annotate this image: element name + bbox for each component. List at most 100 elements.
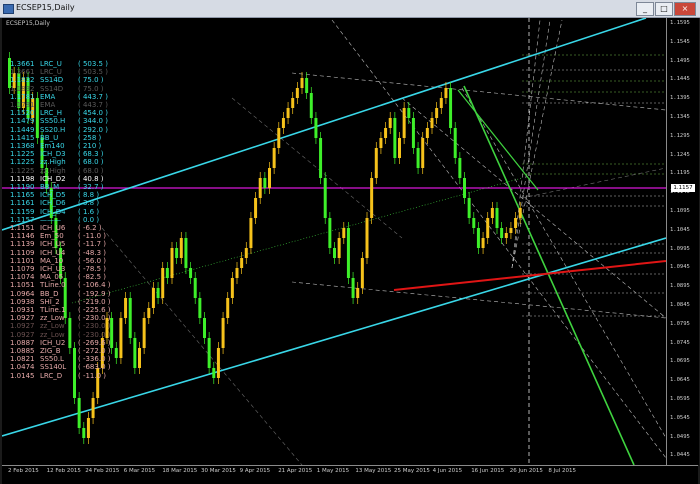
legend-value: 1.1415 bbox=[10, 133, 35, 142]
price-tick: 1.0745 bbox=[670, 339, 690, 346]
date-tick: 24 Feb 2015 bbox=[85, 468, 120, 474]
price-tick: 1.1045 bbox=[670, 226, 690, 233]
legend-name: BB_M bbox=[40, 183, 60, 191]
legend-value: 1.1161 bbox=[10, 199, 35, 208]
legend-name: ICH_U6 bbox=[40, 224, 66, 232]
legend-name: BB_D bbox=[40, 289, 59, 298]
candle-body bbox=[244, 248, 248, 258]
legend-val: ( 32.7 ) bbox=[78, 183, 104, 191]
legend-val: ( 503.5 ) bbox=[78, 60, 108, 68]
candle-body bbox=[337, 238, 341, 258]
candle-body bbox=[193, 278, 197, 298]
legend-val: ( 210 ) bbox=[78, 142, 102, 150]
legend-value: 1.1832 bbox=[10, 84, 35, 93]
date-tick: 4 Jun 2015 bbox=[432, 468, 463, 474]
price-tick: 1.1595 bbox=[670, 20, 690, 26]
candle-body bbox=[314, 118, 318, 138]
candle-body bbox=[230, 278, 234, 298]
minimize-button[interactable]: _ bbox=[636, 2, 654, 16]
candle-body bbox=[277, 128, 281, 148]
legend-val: ( 8.8 ) bbox=[78, 191, 100, 200]
candle-body bbox=[175, 248, 179, 258]
legend-name: SHI_2 bbox=[40, 297, 60, 306]
legend-val: ( 503.5 ) bbox=[78, 68, 108, 77]
legend-value: 1.0938 bbox=[10, 297, 35, 306]
legend-name: TLine.0 bbox=[40, 281, 66, 290]
price-tick: 1.0945 bbox=[670, 264, 690, 271]
candle-body bbox=[263, 178, 267, 188]
price-tick: 1.0495 bbox=[670, 433, 690, 440]
candle-body bbox=[221, 318, 225, 348]
legend-value: 1.1139 bbox=[10, 240, 35, 249]
candle-body bbox=[388, 118, 392, 128]
candle-body bbox=[110, 318, 114, 348]
current-price-label: 1.1157 bbox=[671, 184, 695, 192]
legend-value: 1.1074 bbox=[10, 273, 35, 282]
price-tick: 1.0995 bbox=[670, 245, 690, 252]
legend-name: ICH_D5 bbox=[40, 191, 66, 200]
legend-value: 1.1159 bbox=[10, 207, 35, 216]
candle-body bbox=[258, 178, 262, 198]
candle-body bbox=[309, 93, 313, 118]
legend-name: Em_50 bbox=[40, 232, 64, 241]
date-tick: 18 Mar 2015 bbox=[162, 468, 198, 474]
legend-val: ( -219.0 ) bbox=[78, 297, 111, 306]
candle-body bbox=[416, 148, 420, 168]
legend-name: SS14D bbox=[40, 84, 64, 93]
legend-value: 1.1151 bbox=[10, 224, 35, 232]
candle-body bbox=[425, 128, 429, 138]
legend-val: ( 68.3 ) bbox=[78, 150, 104, 159]
candle-body bbox=[402, 108, 406, 138]
candle-body bbox=[495, 208, 499, 228]
legend-value: 1.1157 bbox=[10, 215, 35, 224]
legend-value: 1.1225 bbox=[10, 150, 35, 159]
date-tick: 9 Apr 2015 bbox=[239, 468, 271, 474]
candle-body bbox=[407, 108, 411, 118]
legend-val: ( -11.0 ) bbox=[78, 371, 107, 380]
legend-name: ICH_U4 bbox=[40, 248, 66, 257]
legend-value: 1.1165 bbox=[10, 191, 35, 200]
legend-name: MA_05 bbox=[40, 273, 64, 282]
candle-body bbox=[249, 218, 253, 248]
legend-name: SS50.H bbox=[40, 117, 66, 126]
price-tick: 1.1095 bbox=[670, 208, 690, 214]
legend-name: zz_Low bbox=[40, 314, 65, 323]
price-tick: 1.1495 bbox=[670, 57, 690, 64]
legend-val: ( -272.0 ) bbox=[78, 347, 111, 355]
candle-body bbox=[268, 168, 271, 188]
candle-body bbox=[207, 338, 211, 368]
candle-body bbox=[272, 148, 276, 168]
candle-body bbox=[379, 138, 383, 148]
legend-value: 1.1190 bbox=[10, 183, 35, 191]
candle-body bbox=[486, 218, 490, 238]
legend-name: ICH_U2 bbox=[40, 338, 66, 347]
maximize-button[interactable]: □ bbox=[655, 2, 673, 16]
legend-val: ( 443.7 ) bbox=[78, 92, 108, 101]
legend-value: 1.0474 bbox=[10, 363, 35, 372]
legend-val: ( 0.0 ) bbox=[78, 215, 100, 224]
legend-name: LRC_H bbox=[40, 109, 63, 118]
legend-val: ( 3.8 ) bbox=[78, 199, 100, 208]
time-axis: 2 Feb 2015 12 Feb 2015 24 Feb 2015 6 Mar 20… bbox=[2, 465, 698, 484]
candle-body bbox=[184, 238, 188, 268]
close-button[interactable]: × bbox=[674, 2, 696, 16]
legend-val: ( -56.0 ) bbox=[78, 256, 107, 265]
candle-body bbox=[124, 298, 128, 318]
candle-body bbox=[189, 268, 193, 278]
legend-name: zz_Low bbox=[40, 322, 65, 331]
legend-val: ( 75.0 ) bbox=[78, 76, 104, 85]
candle-body bbox=[138, 348, 141, 368]
legend-name: LRC_U bbox=[40, 68, 62, 77]
legend-val: ( -82.5 ) bbox=[78, 273, 107, 282]
candle-body bbox=[490, 208, 494, 218]
price-tick: 1.1345 bbox=[670, 114, 690, 120]
legend-value: 1.3661 bbox=[10, 60, 35, 68]
candle-body bbox=[393, 118, 397, 158]
legend-val: ( -269.6 ) bbox=[78, 338, 111, 347]
price-tick: 1.1295 bbox=[670, 132, 690, 139]
price-tick: 1.0845 bbox=[670, 302, 690, 308]
candle-body bbox=[472, 218, 476, 228]
candle-body bbox=[165, 268, 169, 278]
legend-value: 1.1368 bbox=[10, 142, 35, 150]
legend-value: 1.1225 bbox=[10, 166, 35, 175]
